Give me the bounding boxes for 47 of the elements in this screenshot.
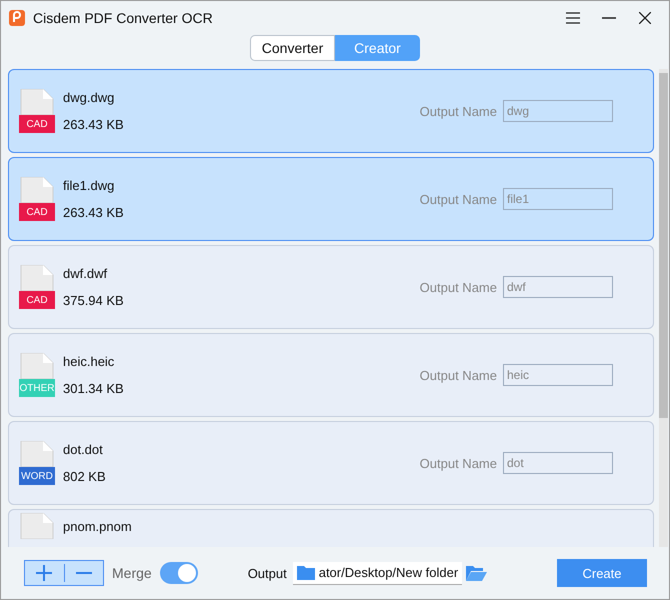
file-card[interactable]: CAD dwf.dwf 375.94 KB Output Name dwf	[8, 245, 654, 329]
document-icon	[19, 513, 55, 539]
open-folder-icon	[465, 564, 488, 582]
file-card[interactable]: pnom.pnom	[8, 509, 654, 547]
output-label: Output	[248, 566, 287, 580]
file-size: 263.43 KB	[63, 205, 124, 220]
file-card[interactable]: CAD dwg.dwg 263.43 KB Output Name dwg	[8, 69, 654, 153]
merge-label: Merge	[112, 565, 152, 581]
file-name: file1.dwg	[63, 178, 116, 193]
document-icon	[19, 353, 55, 379]
file-name: dwf.dwf	[63, 266, 108, 281]
file-type-tag: OTHER	[19, 379, 55, 397]
file-name: dot.dot	[63, 442, 104, 457]
file-type-tag: CAD	[19, 203, 55, 221]
menu-icon	[566, 12, 580, 24]
tab[interactable]: Converter	[250, 35, 335, 61]
output-path-field[interactable]: ator/Desktop/New folder	[292, 562, 462, 584]
file-type-tag: CAD	[19, 291, 55, 309]
minimize-icon	[602, 17, 616, 19]
minus-icon	[76, 572, 92, 574]
file-card[interactable]: CAD file1.dwg 263.43 KB Output Name file1	[8, 157, 654, 241]
file-size: 802 KB	[63, 469, 106, 484]
output-name-label: Output Name	[420, 192, 497, 206]
folder-icon	[296, 565, 315, 580]
file-name: dwg.dwg	[63, 90, 116, 105]
file-size: 301.34 KB	[63, 381, 124, 396]
file-size: 375.94 KB	[63, 293, 124, 308]
window-title: Cisdem PDF Converter OCR	[33, 10, 214, 26]
file-name: pnom.pnom	[63, 518, 132, 534]
output-name-label: Output Name	[420, 368, 497, 382]
file-type-tag: WORD	[19, 467, 55, 485]
file-size: 263.43 KB	[63, 117, 124, 132]
merge-toggle[interactable]	[160, 562, 198, 584]
file-type-tag: CAD	[19, 115, 55, 133]
file-card[interactable]: WORD dot.dot 802 KB Output Name dot	[8, 421, 654, 505]
document-icon	[19, 265, 55, 291]
output-name-label: Output Name	[420, 456, 497, 470]
plus-icon	[36, 565, 52, 581]
file-name: heic.heic	[63, 354, 116, 369]
output-name-label: Output Name	[420, 104, 497, 118]
close-icon	[639, 12, 651, 24]
document-icon	[19, 89, 55, 115]
app-logo-icon	[9, 10, 25, 26]
document-icon	[19, 441, 55, 467]
file-card[interactable]: OTHER heic.heic 301.34 KB Output Name heic	[8, 333, 654, 417]
document-icon	[19, 177, 55, 203]
output-name-label: Output Name	[420, 280, 497, 294]
